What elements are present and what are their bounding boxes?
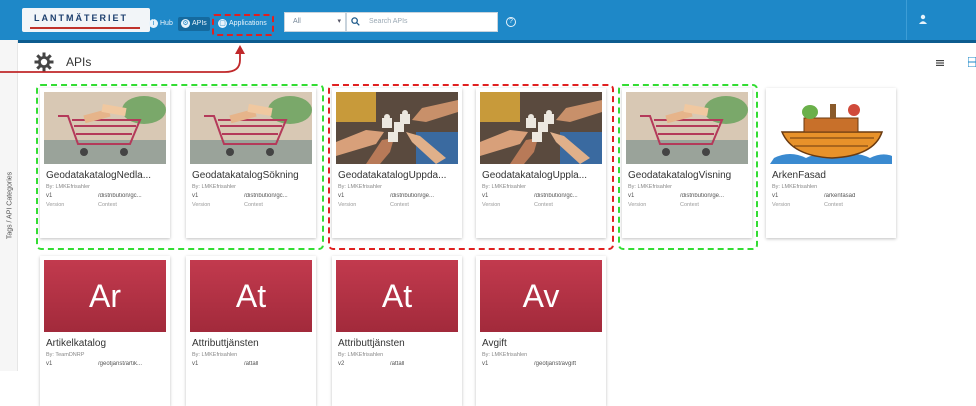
api-name[interactable]: Avgift [482,338,602,349]
api-tile-initials: At [336,260,458,332]
nav-hub-label: Hub [160,20,173,27]
api-name[interactable]: ArkenFasad [772,170,892,181]
api-card[interactable]: Av Avgift By: LMKEfrisahlen v1 /geotjans… [476,256,606,406]
gear-icon: ⚙ [181,18,190,28]
api-version: v1 [192,361,199,367]
filter-select[interactable]: All ▾ [284,12,346,32]
api-tile-initials: At [190,260,312,332]
api-context: /arkenfasad [824,193,856,199]
api-owner: By: LMKEfrisahlen [338,352,384,358]
list-view-icon[interactable] [936,60,944,66]
nav-apis-label: APIs [192,20,207,27]
nav-apis[interactable]: ⚙ APIs [178,17,210,31]
brand-name: LANTMÄTERIET [34,13,128,23]
api-card[interactable]: At Attributtjänsten By: LMKEfrisahlen v2… [332,256,462,406]
version-label: Version [772,202,791,208]
chevron-down-icon: ▾ [337,18,341,25]
annotation-arrow [0,45,245,73]
api-version: v2 [338,361,345,367]
nav-hub[interactable]: i Hub [146,17,176,31]
api-tile-initials: Ar [44,260,166,332]
api-version: v1 [46,361,53,367]
api-name[interactable]: Attributtjänsten [192,338,312,349]
api-owner: By: LMKEfrisahlen [192,352,238,358]
api-owner: By: LMKEfrisahlen [482,352,528,358]
green-highlight-single [618,84,758,250]
noahs-ark-image [770,92,892,164]
search-icon [351,17,360,26]
api-card[interactable]: At Attributtjänsten By: LMKEfrisahlen v1… [186,256,316,406]
api-version: v1 [482,361,489,367]
applications-highlight [212,14,274,36]
brand-underline [30,27,140,29]
api-name[interactable]: Artikelkatalog [46,338,166,349]
help-icon[interactable]: ? [506,17,516,27]
api-context: /geotjanst/artik... [98,361,143,367]
search-placeholder: Search APIs [369,18,408,25]
api-context: /attall [244,361,259,367]
api-context: /geotjanst/avgift [534,361,577,367]
search-input[interactable]: Search APIs [346,12,498,32]
api-thumbnail [770,92,892,164]
filter-select-value: All [293,18,301,25]
user-icon[interactable] [918,14,928,24]
api-card[interactable]: Ar Artikelkatalog By: TeamDNRP v1 /geotj… [40,256,170,406]
topbar-divider [906,0,907,40]
api-tile-initials: Av [480,260,602,332]
api-context: /attall [390,361,405,367]
api-card[interactable]: ArkenFasad By: LMKEfrisahlen v1 /arkenfa… [766,88,896,238]
red-highlight-group [328,84,614,250]
tags-sidebar-label: Tags / API Categories [6,171,14,240]
grid-view-icon[interactable] [968,57,976,67]
api-version: v1 [772,193,779,199]
top-bar: LANTMÄTERIET i Hub ⚙ APIs ▢ Applications Al… [0,0,976,40]
api-owner: By: TeamDNRP [46,352,85,358]
green-highlight-group [36,84,324,250]
context-label: Context [824,202,843,208]
brand-logo[interactable]: LANTMÄTERIET [22,8,150,32]
info-icon: i [149,18,158,28]
api-owner: By: LMKEfrisahlen [772,184,818,190]
api-name[interactable]: Attributtjänsten [338,338,458,349]
